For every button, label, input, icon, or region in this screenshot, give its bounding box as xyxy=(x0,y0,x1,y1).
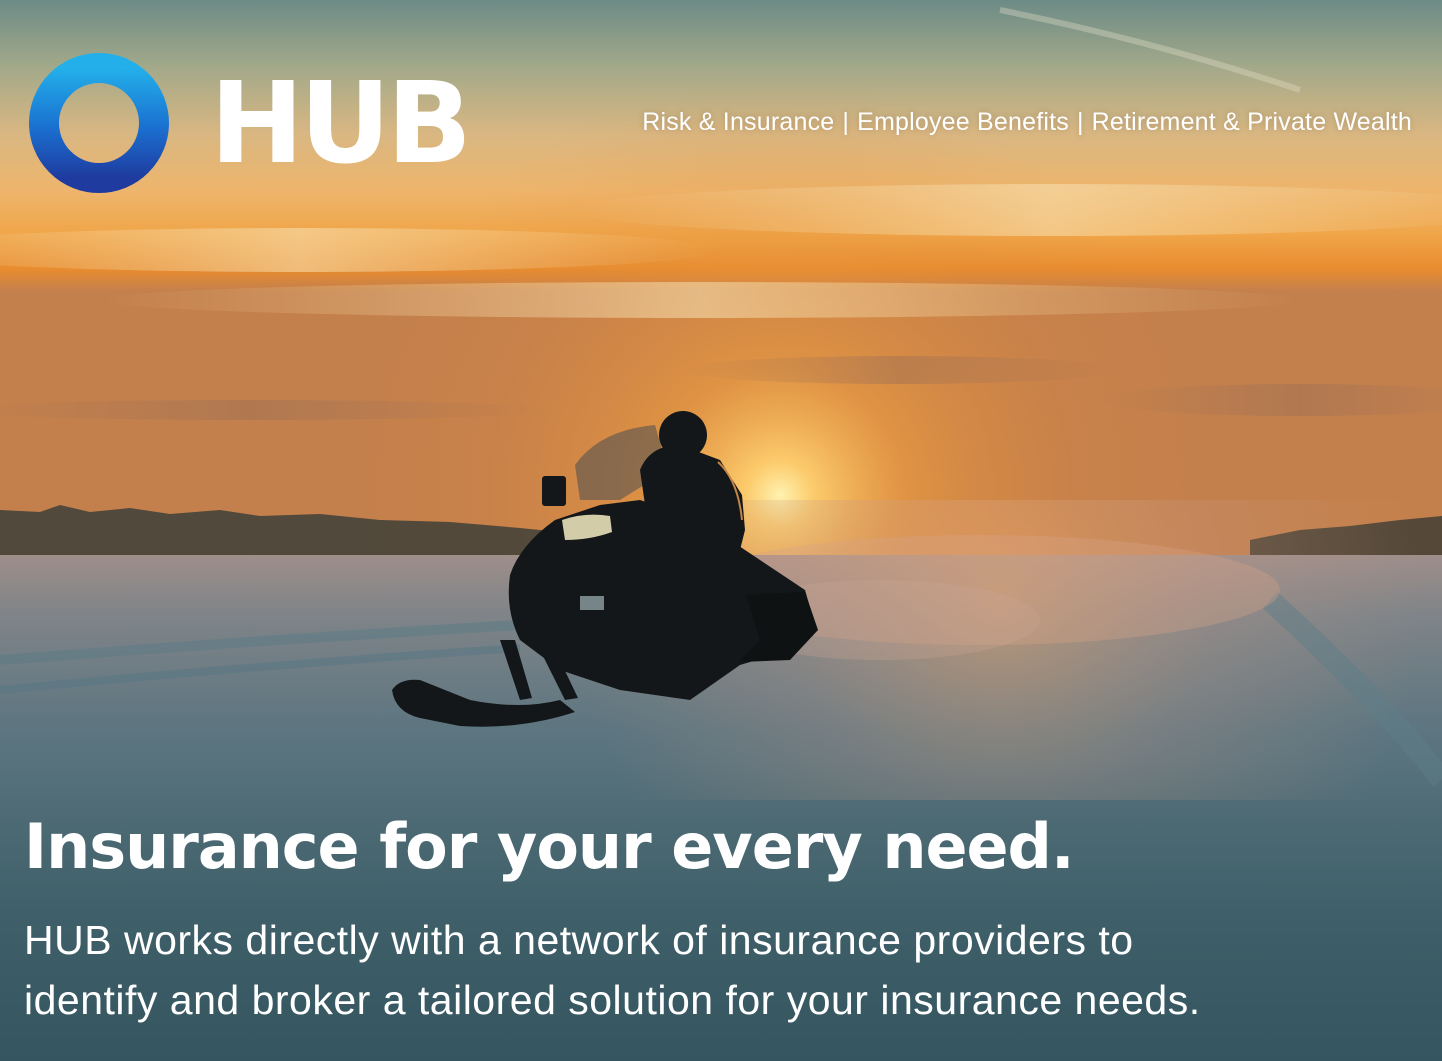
hub-wordmark: HUB xyxy=(210,59,472,189)
tagline-separator: | xyxy=(842,108,850,136)
body-copy: HUB works directly with a network of ins… xyxy=(24,910,1414,1030)
tagline-retirement-wealth: Retirement & Private Wealth xyxy=(1091,108,1412,136)
tagline-employee-benefits: Employee Benefits xyxy=(857,108,1069,136)
hub-ring-icon xyxy=(29,53,169,193)
body-line-2: identify and broker a tailored solution … xyxy=(24,977,1201,1023)
headline: Insurance for your every need. xyxy=(24,810,1074,883)
hub-advertisement: HUB Risk & Insurance | Employee Benefits | R… xyxy=(0,0,1442,1061)
tagline-separator: | xyxy=(1076,108,1084,136)
tagline-risk-insurance: Risk & Insurance xyxy=(642,108,835,136)
service-tagline: Risk & Insurance | Employee Benefits | Retir… xyxy=(642,106,1412,138)
body-line-1: HUB works directly with a network of ins… xyxy=(24,917,1134,963)
hub-logo[interactable]: HUB xyxy=(28,52,498,202)
